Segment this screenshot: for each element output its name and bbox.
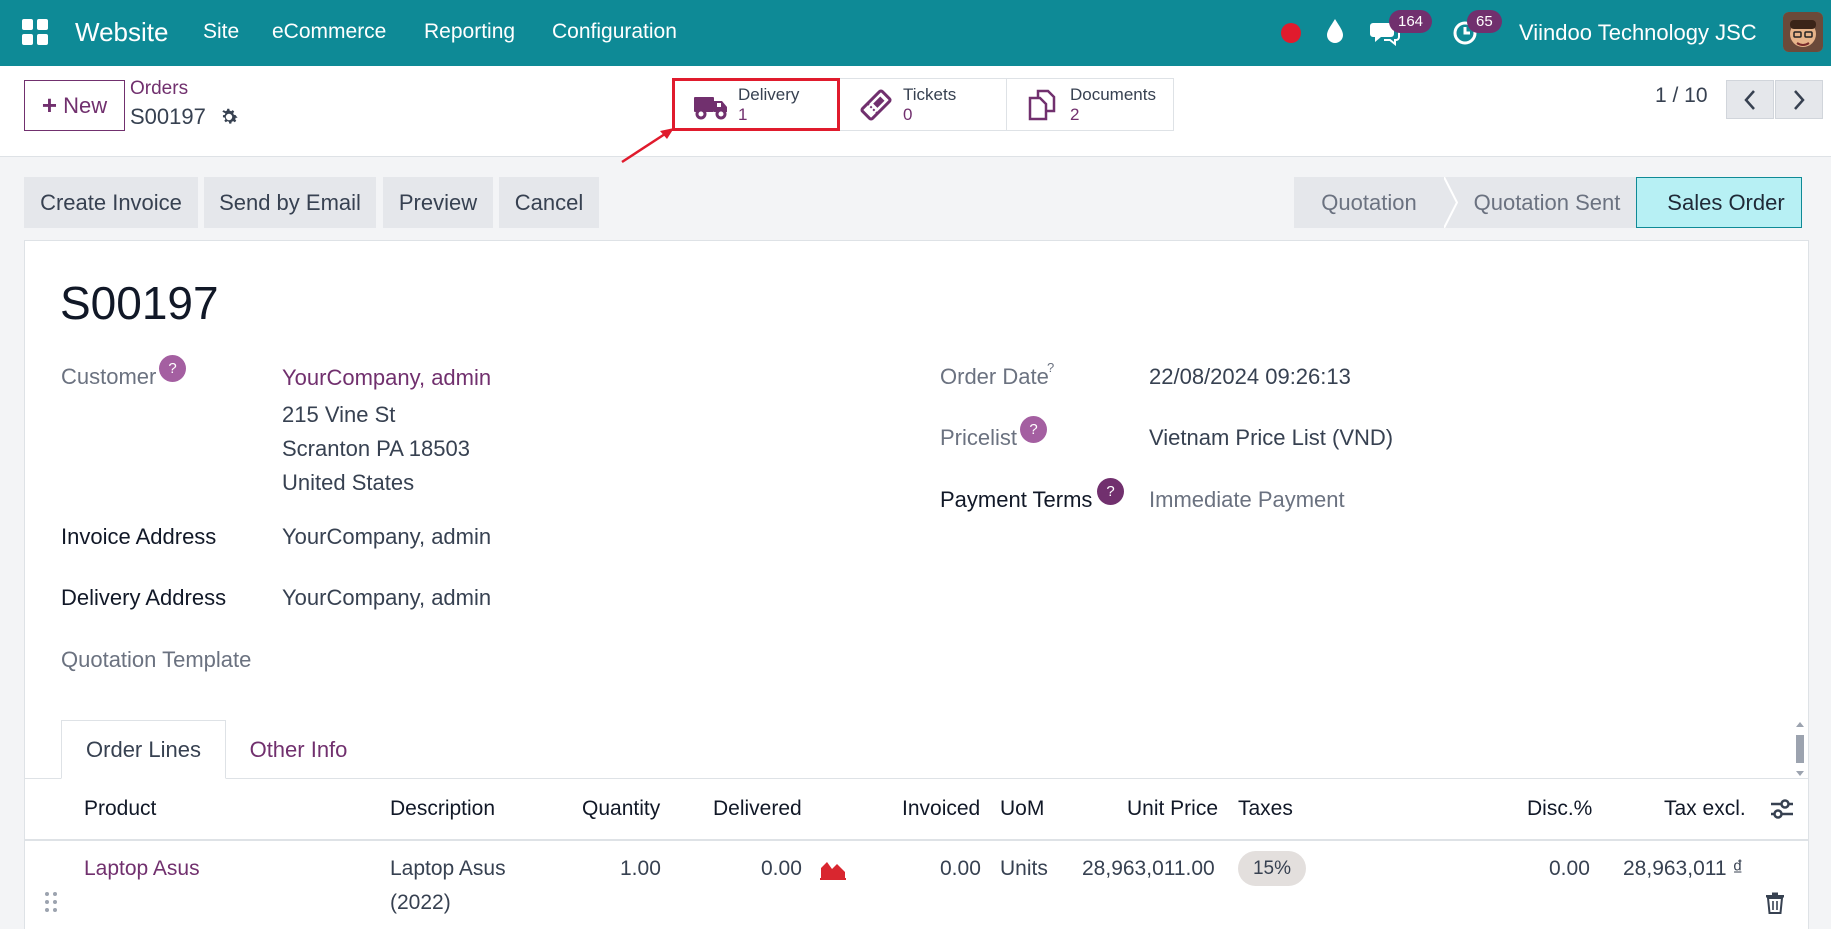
forecast-chart-icon[interactable]	[820, 858, 846, 885]
row-product[interactable]: Laptop Asus	[84, 857, 200, 881]
drag-handle-icon[interactable]	[44, 891, 58, 918]
create-invoice-button[interactable]: Create Invoice	[24, 177, 198, 228]
customer-name[interactable]: YourCompany, admin	[282, 365, 491, 391]
th-tax-excl[interactable]: Tax excl.	[1664, 797, 1746, 821]
row-uom[interactable]: Units	[1000, 857, 1048, 881]
chevron-left-icon	[1744, 89, 1755, 110]
row-quantity[interactable]: 1.00	[620, 857, 661, 881]
row-tax-tag[interactable]: 15%	[1238, 851, 1306, 886]
documents-count: 2	[1070, 104, 1080, 124]
th-delivered[interactable]: Delivered	[713, 797, 802, 821]
menu-configuration[interactable]: Configuration	[552, 20, 677, 44]
tab-order-lines[interactable]: Order Lines	[61, 720, 226, 779]
payment-terms-label: Payment Terms	[940, 487, 1093, 512]
new-button-label: New	[63, 92, 108, 118]
pricelist-field[interactable]: Vietnam Price List (VND)	[1149, 425, 1393, 451]
truck-icon	[693, 89, 729, 121]
stage-separator-icon	[1444, 177, 1458, 228]
droplet-icon[interactable]	[1325, 18, 1345, 49]
invoice-address-label: Invoice Address	[61, 524, 217, 549]
chat-badge: 164	[1389, 10, 1433, 33]
th-discount[interactable]: Disc.%	[1527, 797, 1592, 821]
th-quantity[interactable]: Quantity	[582, 797, 660, 821]
invoice-address-field[interactable]: YourCompany, admin	[282, 524, 491, 550]
tickets-count: 0	[903, 104, 913, 124]
status-bar: Quotation Quotation Sent Sales Order	[1294, 177, 1802, 228]
apps-menu-icon[interactable]	[22, 19, 48, 45]
customer-country: United States	[282, 470, 415, 495]
customer-help-icon[interactable]: ?	[159, 355, 186, 382]
user-avatar[interactable]	[1783, 12, 1823, 52]
breadcrumb-orders[interactable]: Orders	[130, 78, 188, 100]
table-header-divider	[24, 839, 1809, 841]
plus-icon: +	[41, 90, 58, 120]
activity-badge: 65	[1467, 10, 1502, 33]
documents-icon	[1025, 89, 1061, 121]
new-button[interactable]: + New	[24, 80, 125, 131]
row-unit-price[interactable]: 28,963,011.00	[1082, 857, 1215, 881]
row-description-line2[interactable]: (2022)	[390, 891, 451, 915]
th-taxes[interactable]: Taxes	[1238, 797, 1293, 821]
breadcrumb-current: S00197	[130, 104, 206, 129]
menu-site[interactable]: Site	[203, 20, 239, 44]
th-product[interactable]: Product	[84, 797, 156, 821]
trash-icon[interactable]	[1765, 892, 1785, 919]
row-invoiced[interactable]: 0.00	[940, 857, 981, 881]
smart-buttons: Delivery 1 Tickets 0 Documents 2	[672, 78, 1174, 131]
gear-icon[interactable]	[218, 106, 240, 133]
scrollbar[interactable]	[1794, 722, 1806, 776]
pager-next-button[interactable]	[1775, 80, 1823, 119]
th-invoiced[interactable]: Invoiced	[902, 797, 980, 821]
customer-street: 215 Vine St	[282, 402, 396, 427]
app-name[interactable]: Website	[75, 17, 168, 48]
delivery-address-field[interactable]: YourCompany, admin	[282, 585, 491, 611]
pager-value[interactable]: 1 / 10	[1655, 84, 1708, 108]
order-date-help-icon[interactable]: ?	[1047, 360, 1054, 375]
pricelist-label: Pricelist	[940, 425, 1018, 450]
stage-sales-order[interactable]: Sales Order	[1636, 177, 1802, 228]
row-description-line1[interactable]: Laptop Asus	[390, 857, 506, 881]
stage-quotation-sent[interactable]: Quotation Sent	[1458, 177, 1636, 228]
documents-label: Documents	[1070, 84, 1156, 104]
tickets-smart-button[interactable]: Tickets 0	[839, 78, 1007, 131]
delivery-smart-button[interactable]: Delivery 1	[672, 78, 840, 131]
pager-previous-button[interactable]	[1726, 80, 1774, 119]
optional-columns-icon[interactable]	[1769, 797, 1795, 826]
ticket-icon	[858, 88, 894, 121]
send-by-email-button[interactable]: Send by Email	[204, 177, 376, 228]
row-delivered[interactable]: 0.00	[761, 857, 802, 881]
delivery-count: 1	[738, 104, 748, 124]
menu-reporting[interactable]: Reporting	[424, 20, 515, 44]
documents-smart-button[interactable]: Documents 2	[1006, 78, 1174, 131]
tab-other-info[interactable]: Other Info	[226, 720, 371, 779]
tickets-label: Tickets	[903, 84, 957, 104]
th-description[interactable]: Description	[390, 797, 495, 821]
menu-ecommerce[interactable]: eCommerce	[272, 20, 386, 44]
th-uom[interactable]: UoM	[1000, 797, 1044, 821]
cancel-button[interactable]: Cancel	[499, 177, 599, 228]
row-subtotal: 28,963,011 ₫	[1623, 857, 1744, 880]
customer-city: Scranton PA 18503	[282, 436, 470, 461]
delivery-address-label: Delivery Address	[61, 585, 227, 610]
order-date-label: Order Date	[940, 364, 1049, 389]
record-icon[interactable]	[1281, 23, 1301, 43]
payment-terms-help-icon[interactable]: ?	[1097, 478, 1124, 505]
record-title: S00197	[60, 277, 219, 329]
quotation-template-label: Quotation Template	[61, 647, 252, 672]
preview-button[interactable]: Preview	[383, 177, 493, 228]
stage-quotation[interactable]: Quotation	[1294, 177, 1444, 228]
order-date-field[interactable]: 22/08/2024 09:26:13	[1149, 364, 1351, 390]
top-navbar: Website Site eCommerce Reporting Configu…	[0, 0, 1831, 66]
delivery-label: Delivery	[738, 84, 800, 104]
th-unit-price[interactable]: Unit Price	[1127, 797, 1218, 821]
payment-terms-field[interactable]: Immediate Payment	[1149, 487, 1345, 513]
chevron-right-icon	[1794, 89, 1805, 110]
company-switcher[interactable]: Viindoo Technology JSC	[1519, 20, 1757, 46]
control-panel: + New Orders S00197 Delivery 1 Tickets 0	[0, 66, 1831, 157]
customer-label: Customer	[61, 364, 157, 389]
annotation-arrow-icon	[621, 128, 674, 164]
pricelist-help-icon[interactable]: ?	[1020, 416, 1047, 443]
row-discount[interactable]: 0.00	[1549, 857, 1590, 881]
